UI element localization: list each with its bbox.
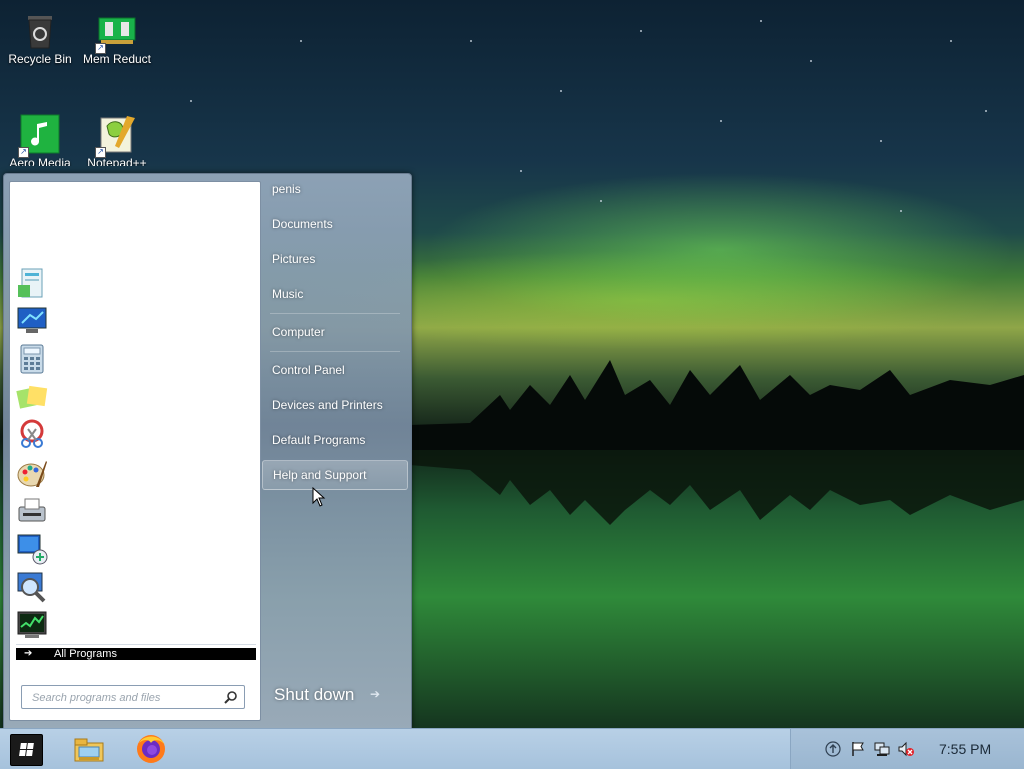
desktop-icon-label: Aero Media bbox=[9, 156, 71, 166]
separator bbox=[270, 351, 400, 352]
start-item-documents[interactable]: Documents bbox=[262, 209, 408, 239]
all-programs-button[interactable]: ➔ All Programs bbox=[16, 648, 256, 660]
start-item-devices-and-printers[interactable]: Devices and Printers bbox=[262, 390, 408, 420]
star bbox=[560, 90, 562, 92]
desktop: Recycle Bin ↗ Mem Reduct ↗ Aero Media ↗ … bbox=[0, 0, 1024, 728]
network-icon[interactable] bbox=[874, 741, 890, 757]
firefox-icon[interactable] bbox=[135, 733, 167, 765]
start-item-music[interactable]: Music bbox=[262, 279, 408, 309]
tree-silhouette bbox=[410, 360, 1024, 450]
clock[interactable]: 7:55 PM bbox=[939, 741, 991, 757]
snipping-tool-icon[interactable] bbox=[16, 419, 48, 451]
star bbox=[985, 110, 987, 112]
paint-icon[interactable] bbox=[16, 457, 48, 489]
taskbar: 7:55 PM bbox=[0, 728, 1024, 769]
fax-and-scan-icon[interactable] bbox=[16, 495, 48, 527]
arrow-right-icon: ➔ bbox=[24, 648, 33, 659]
notification-area: 7:55 PM bbox=[790, 729, 1024, 769]
sticky-notes-icon[interactable] bbox=[16, 381, 48, 413]
search-icon[interactable] bbox=[224, 690, 238, 704]
task-manager-icon[interactable] bbox=[16, 609, 48, 641]
start-item-default-programs[interactable]: Default Programs bbox=[262, 425, 408, 455]
star bbox=[600, 200, 602, 202]
shutdown-options-arrow-icon[interactable]: ➔ bbox=[370, 687, 380, 701]
star bbox=[950, 40, 952, 42]
shutdown-button[interactable]: Shut down bbox=[274, 685, 354, 705]
shortcut-arrow-icon: ↗ bbox=[95, 43, 106, 54]
desktop-icon-notepad-plus-plus[interactable]: ↗ Notepad++ bbox=[77, 114, 157, 166]
tree-reflection bbox=[410, 450, 1024, 525]
all-programs-label: All Programs bbox=[54, 648, 117, 660]
file-explorer-icon[interactable] bbox=[73, 733, 105, 765]
star bbox=[880, 140, 882, 142]
calculator-icon[interactable] bbox=[16, 343, 48, 375]
remote-desktop-connection-icon[interactable] bbox=[16, 533, 48, 565]
start-item-pictures[interactable]: Pictures bbox=[262, 244, 408, 274]
desktop-icon-label: Notepad++ bbox=[87, 156, 147, 166]
search-box[interactable] bbox=[21, 685, 245, 709]
start-button[interactable] bbox=[10, 734, 43, 766]
start-menu-left-pane: ➔ All Programs bbox=[9, 181, 261, 721]
start-item-control-panel[interactable]: Control Panel bbox=[262, 355, 408, 385]
desktop-icon-mem-reduct[interactable]: ↗ Mem Reduct bbox=[77, 10, 157, 66]
star bbox=[760, 20, 762, 22]
action-center-flag-icon[interactable] bbox=[850, 741, 866, 757]
magnifier-icon[interactable] bbox=[16, 571, 48, 603]
recycle-bin-icon bbox=[28, 16, 52, 49]
search-input[interactable] bbox=[30, 689, 219, 707]
star bbox=[520, 170, 522, 172]
desktop-icon-label: Recycle Bin bbox=[8, 52, 72, 66]
volume-muted-icon[interactable] bbox=[898, 741, 914, 757]
remote-desktop-icon[interactable] bbox=[16, 305, 48, 337]
desktop-icon-aero-media[interactable]: ↗ Aero Media bbox=[0, 114, 80, 166]
shortcut-arrow-icon: ↗ bbox=[95, 147, 106, 158]
windows-logo-icon bbox=[19, 743, 34, 756]
start-menu: ➔ All Programs penis Documents Pictures … bbox=[3, 173, 412, 728]
mouse-cursor-icon bbox=[312, 487, 326, 507]
star bbox=[190, 100, 192, 102]
start-item-help-and-support[interactable]: Help and Support bbox=[262, 460, 408, 490]
star bbox=[470, 40, 472, 42]
upload-arrow-icon[interactable] bbox=[825, 741, 841, 757]
separator bbox=[270, 313, 400, 314]
star bbox=[300, 40, 302, 42]
star bbox=[720, 120, 722, 122]
start-item-computer[interactable]: Computer bbox=[262, 317, 408, 347]
star bbox=[640, 30, 642, 32]
getting-started-icon[interactable] bbox=[16, 267, 48, 299]
separator bbox=[16, 644, 256, 645]
desktop-icon-label: Mem Reduct bbox=[82, 52, 152, 66]
desktop-icon-recycle-bin[interactable]: Recycle Bin bbox=[0, 10, 80, 66]
shortcut-arrow-icon: ↗ bbox=[18, 147, 29, 158]
star bbox=[810, 60, 812, 62]
star bbox=[900, 210, 902, 212]
start-item-user-folder[interactable]: penis bbox=[262, 174, 408, 204]
